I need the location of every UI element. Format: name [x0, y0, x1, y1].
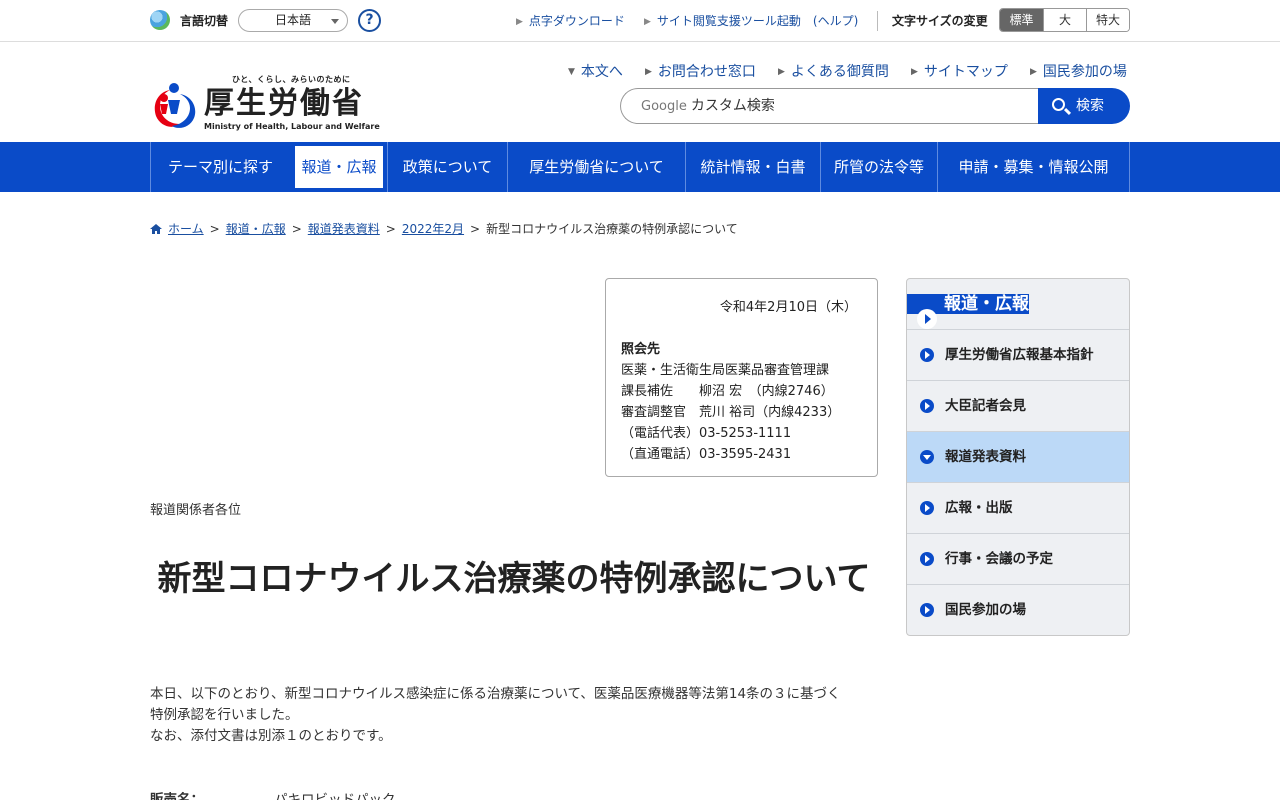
triangle-right-icon: ▶ — [911, 67, 918, 77]
sidebar-item-events[interactable]: 行事・会議の予定 — [907, 533, 1129, 584]
body-line: なお、添付文書は別添１のとおりです。 — [150, 728, 392, 744]
chevron-down-icon — [331, 19, 339, 24]
contact-line: 審査調整官 荒川 裕司（内線4233） — [621, 405, 841, 420]
triangle-right-icon: ▶ — [644, 17, 651, 27]
contact-box: 令和4年2月10日（木） 照会先 医薬・生活衛生局医薬品審査管理課 課長補佐 柳… — [605, 278, 878, 477]
mhlw-logo-icon — [154, 83, 196, 128]
triangle-right-icon: ▶ — [516, 17, 523, 27]
header-link-main-content[interactable]: ▼ 本文へ — [568, 61, 623, 81]
arrow-down-circle-icon — [920, 450, 934, 464]
sidebar: 報道・広報 厚生労働省広報基本指針 大臣記者会見 報道発表資料 広報・出版 行事… — [906, 278, 1130, 636]
contact-line: （直通電話）03-3595-2431 — [621, 447, 792, 462]
divider — [877, 11, 878, 31]
font-size-label: 文字サイズの変更 — [892, 14, 988, 28]
search-button-label: 検索 — [1076, 98, 1104, 114]
language-select[interactable]: 日本語 — [238, 9, 348, 32]
breadcrumb-press[interactable]: 報道・広報 — [226, 222, 286, 236]
spec-key: 販売名： — [150, 792, 204, 800]
nav-item-laws[interactable]: 所管の法令等 — [820, 142, 937, 192]
breadcrumb: ホーム > 報道・広報 > 報道発表資料 >2022年2月 > 新型コロナウイルス治療薬の特例… — [150, 220, 738, 237]
contact-line: 医薬・生活衛生局医薬品審査管理課 — [621, 363, 830, 378]
search-button[interactable]: 検索 — [1038, 88, 1130, 124]
sidebar-heading[interactable]: 報道・広報 — [907, 294, 1029, 329]
header-link-public-participation[interactable]: ▶ 国民参加の場 — [1030, 61, 1127, 81]
google-label: Google — [641, 99, 687, 114]
header-link-faq[interactable]: ▶ よくある御質問 — [778, 61, 889, 81]
page-title: 新型コロナウイルス治療薬の特例承認について — [157, 559, 871, 599]
help-button[interactable]: ? — [358, 9, 381, 32]
article-body: 本日、以下のとおり、新型コロナウイルス感染症に係る治療薬について、医薬品医療機器… — [150, 684, 878, 747]
arrow-circle-icon — [917, 309, 937, 329]
browsing-support-tool-link[interactable]: ▶ サイト閲覧支援ツール起動 (ヘルプ) — [644, 12, 858, 29]
language-select-value: 日本語 — [275, 13, 312, 27]
nav-item-applications[interactable]: 申請・募集・情報公開 — [937, 142, 1130, 192]
globe-icon — [150, 10, 170, 30]
body-line: 特例承認を行いました。 — [150, 707, 299, 723]
spec-value: パキロビッドパック — [274, 792, 396, 800]
font-size-extra-large-button[interactable]: 特大 — [1086, 9, 1129, 31]
release-date: 令和4年2月10日（木） — [719, 300, 857, 315]
addressee: 報道関係者各位 — [150, 503, 242, 518]
arrow-circle-icon — [920, 552, 934, 566]
home-icon — [150, 224, 162, 234]
logo-english-name: Ministry of Health, Labour and Welfare — [204, 122, 380, 131]
breadcrumb-separator: > — [385, 222, 396, 236]
nav-item-policy[interactable]: 政策について — [387, 142, 507, 192]
font-size-switcher: 標準 大 特大 — [999, 8, 1130, 32]
triangle-right-icon: ▶ — [1030, 67, 1037, 77]
breadcrumb-separator: > — [291, 222, 302, 236]
font-size-standard-button[interactable]: 標準 — [1000, 9, 1043, 31]
breadcrumb-month[interactable]: 2022年2月 — [402, 222, 464, 236]
arrow-circle-icon — [920, 348, 934, 362]
search-icon — [1052, 98, 1065, 111]
sidebar-item-press-releases[interactable]: 報道発表資料 — [907, 431, 1129, 482]
contact-line: （電話代表）03-5253-1111 — [621, 426, 792, 441]
main-navigation: テーマ別に探す 報道・広報 政策について 厚生労働省について 統計情報・白書 所… — [0, 142, 1280, 192]
breadcrumb-separator: > — [470, 222, 481, 236]
contact-line: 課長補佐 柳沼 宏 （内線2746） — [621, 384, 834, 399]
sidebar-item-public-participation[interactable]: 国民参加の場 — [907, 584, 1129, 635]
sidebar-item-publications[interactable]: 広報・出版 — [907, 482, 1129, 533]
breadcrumb-home[interactable]: ホーム — [168, 222, 204, 236]
nav-item-press[interactable]: 報道・広報 — [291, 142, 387, 192]
language-switch-label: 言語切替 — [180, 14, 229, 28]
triangle-right-icon: ▶ — [778, 67, 785, 77]
search-placeholder: カスタム検索 — [690, 98, 775, 114]
header-link-sitemap[interactable]: ▶ サイトマップ — [911, 61, 1008, 81]
arrow-circle-icon — [920, 399, 934, 413]
header-link-contact[interactable]: ▶ お問合わせ窓口 — [645, 61, 756, 81]
sidebar-item-pr-policy[interactable]: 厚生労働省広報基本指針 — [907, 329, 1129, 380]
search-input[interactable]: Google カスタム検索 — [620, 88, 1040, 124]
breadcrumb-separator: > — [209, 222, 220, 236]
font-size-large-button[interactable]: 大 — [1043, 9, 1086, 31]
logo-name: 厚生労働省 — [204, 86, 364, 121]
contact-heading: 照会先 — [621, 342, 661, 357]
arrow-circle-icon — [920, 501, 934, 515]
breadcrumb-current: 新型コロナウイルス治療薬の特例承認について — [486, 222, 738, 236]
spec-row: 販売名： パキロビッドパック — [150, 788, 396, 800]
body-line: 本日、以下のとおり、新型コロナウイルス感染症に係る治療薬について、医薬品医療機器… — [150, 686, 841, 702]
triangle-right-icon: ▶ — [645, 67, 652, 77]
sidebar-item-press-conference[interactable]: 大臣記者会見 — [907, 380, 1129, 431]
triangle-down-icon: ▼ — [568, 67, 575, 77]
utility-bar: 言語切替 日本語 ? ▶ 点字ダウンロード ▶ サイト閲覧支援ツール起動 (ヘルプ)… — [0, 0, 1280, 42]
logo-tagline: ひと、くらし、みらいのために — [232, 75, 351, 84]
nav-item-about[interactable]: 厚生労働省について — [507, 142, 685, 192]
breadcrumb-press-releases[interactable]: 報道発表資料 — [308, 222, 380, 236]
arrow-circle-icon — [920, 603, 934, 617]
braille-download-link[interactable]: ▶ 点字ダウンロード — [516, 12, 625, 29]
nav-item-theme[interactable]: テーマ別に探す — [150, 142, 290, 192]
nav-item-statistics[interactable]: 統計情報・白書 — [685, 142, 820, 192]
